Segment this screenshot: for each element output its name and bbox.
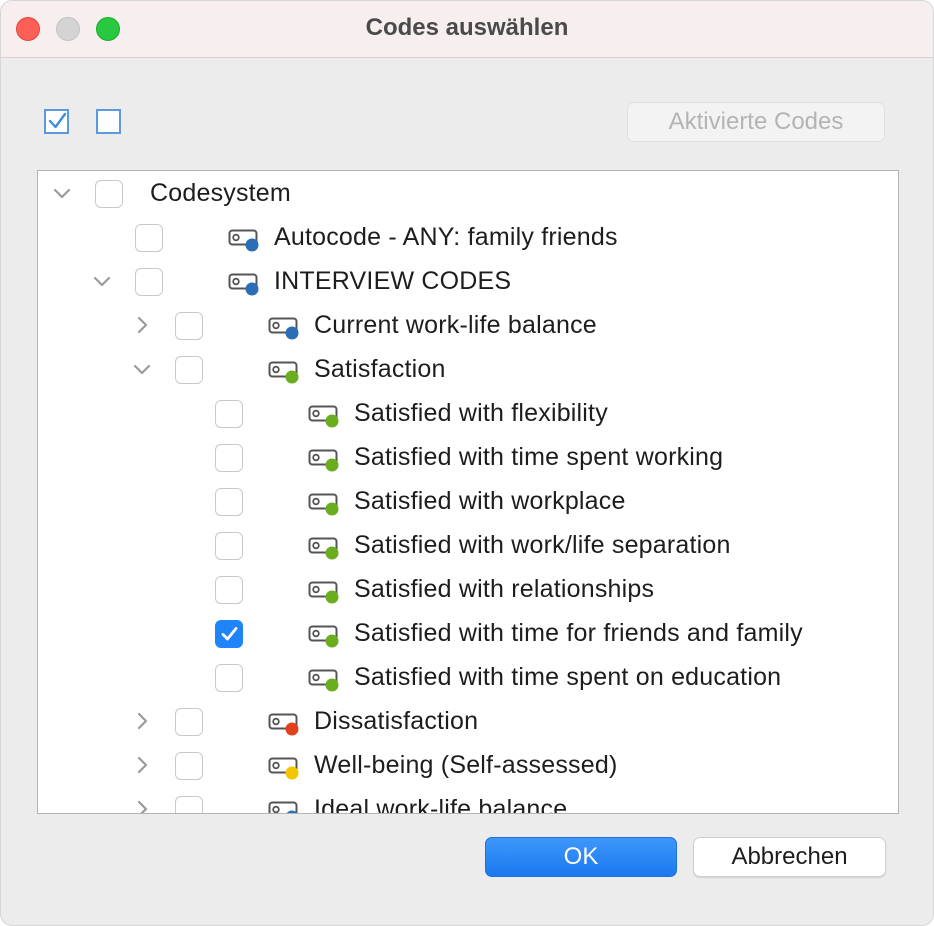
tree-row[interactable]: Ideal work-life balance — [38, 788, 898, 814]
tree-row[interactable]: INTERVIEW CODES — [38, 260, 898, 304]
window-title: Codes auswählen — [365, 14, 569, 41]
tree-item-label: Autocode - ANY: family friends — [274, 223, 618, 251]
tree-item-label: Satisfaction — [314, 355, 446, 383]
code-icon — [308, 669, 339, 692]
tree-item-label: Ideal work-life balance — [314, 795, 568, 814]
tree-item-checkbox[interactable] — [135, 268, 163, 296]
activated-codes-button[interactable]: Aktivierte Codes — [627, 102, 885, 142]
checkmark-icon — [48, 112, 67, 129]
chevron-right-icon[interactable] — [132, 711, 152, 731]
tree-item-checkbox[interactable] — [215, 620, 243, 648]
code-icon — [308, 537, 339, 560]
tree-item-checkbox[interactable] — [215, 488, 243, 516]
code-icon — [268, 713, 299, 736]
code-icon — [308, 405, 339, 428]
tree-item-checkbox[interactable] — [175, 708, 203, 736]
tree-item-label: Well-being (Self-assessed) — [314, 751, 618, 779]
dialog-window: Codes auswählen Aktivierte Codes Codesys… — [0, 0, 934, 926]
tree-item-label: Satisfied with workplace — [354, 487, 626, 515]
tree-item-checkbox[interactable] — [175, 312, 203, 340]
chevron-down-icon[interactable] — [52, 183, 72, 203]
title-bar: Codes auswählen — [1, 1, 933, 58]
tree-item-checkbox[interactable] — [215, 532, 243, 560]
tree-item-checkbox[interactable] — [175, 752, 203, 780]
tree-row[interactable]: Dissatisfaction — [38, 700, 898, 744]
code-icon — [268, 317, 299, 340]
tree-item-label: Satisfied with work/life separation — [354, 531, 731, 559]
tree-item-checkbox[interactable] — [95, 180, 123, 208]
deselect-all-checkbox[interactable] — [96, 109, 121, 134]
code-icon — [228, 229, 259, 252]
tree-item-checkbox[interactable] — [135, 224, 163, 252]
tree-item-label: Satisfied with time for friends and fami… — [354, 619, 803, 647]
chevron-down-icon[interactable] — [92, 271, 112, 291]
tree-item-label: Satisfied with relationships — [354, 575, 655, 603]
tree-row[interactable]: Satisfied with relationships — [38, 568, 898, 612]
select-all-checkbox[interactable] — [44, 109, 69, 134]
tree-item-label: Codesystem — [150, 179, 291, 207]
code-icon — [308, 625, 339, 648]
tree-item-label: Satisfied with time spent working — [354, 443, 724, 471]
tree-row[interactable]: Satisfied with work/life separation — [38, 524, 898, 568]
tree-row[interactable]: Satisfied with flexibility — [38, 392, 898, 436]
tree-item-label: Satisfied with flexibility — [354, 399, 608, 427]
tree-item-checkbox[interactable] — [175, 796, 203, 813]
chevron-right-icon[interactable] — [132, 755, 152, 775]
checkmark-icon — [221, 627, 238, 641]
tree-item-label: Dissatisfaction — [314, 707, 479, 735]
tree-item-checkbox[interactable] — [175, 356, 203, 384]
code-icon — [268, 361, 299, 384]
code-icon — [308, 449, 339, 472]
ok-button[interactable]: OK — [485, 837, 677, 877]
tree-row[interactable]: Satisfied with time for friends and fami… — [38, 612, 898, 656]
tree-item-checkbox[interactable] — [215, 444, 243, 472]
code-icon — [268, 801, 298, 813]
tree-item-checkbox[interactable] — [215, 664, 243, 692]
tree-item-label: Satisfied with time spent on education — [354, 663, 782, 691]
tree-row[interactable]: Autocode - ANY: family friends — [38, 216, 898, 260]
tree-item-checkbox[interactable] — [215, 400, 243, 428]
tree-row[interactable]: Satisfied with workplace — [38, 480, 898, 524]
cancel-button[interactable]: Abbrechen — [693, 837, 886, 877]
tree-item-label: Current work-life balance — [314, 311, 597, 339]
code-tree[interactable]: Codesystem Autocode - ANY: family friends… — [37, 170, 899, 814]
chevron-down-icon[interactable] — [132, 359, 152, 379]
code-icon — [268, 757, 299, 780]
tree-row[interactable]: Satisfaction — [38, 348, 898, 392]
chevron-right-icon[interactable] — [132, 799, 152, 814]
tree-row[interactable]: Current work-life balance — [38, 304, 898, 348]
tree-item-checkbox[interactable] — [215, 576, 243, 604]
code-icon — [308, 493, 339, 516]
tree-row[interactable]: Satisfied with time spent on education — [38, 656, 898, 700]
code-icon — [308, 581, 339, 604]
chevron-right-icon[interactable] — [132, 315, 152, 335]
code-icon — [228, 273, 259, 296]
tree-row[interactable]: Well-being (Self-assessed) — [38, 744, 898, 788]
tree-row[interactable]: Codesystem — [38, 172, 898, 216]
tree-item-label: INTERVIEW CODES — [274, 267, 512, 295]
tree-row[interactable]: Satisfied with time spent working — [38, 436, 898, 480]
